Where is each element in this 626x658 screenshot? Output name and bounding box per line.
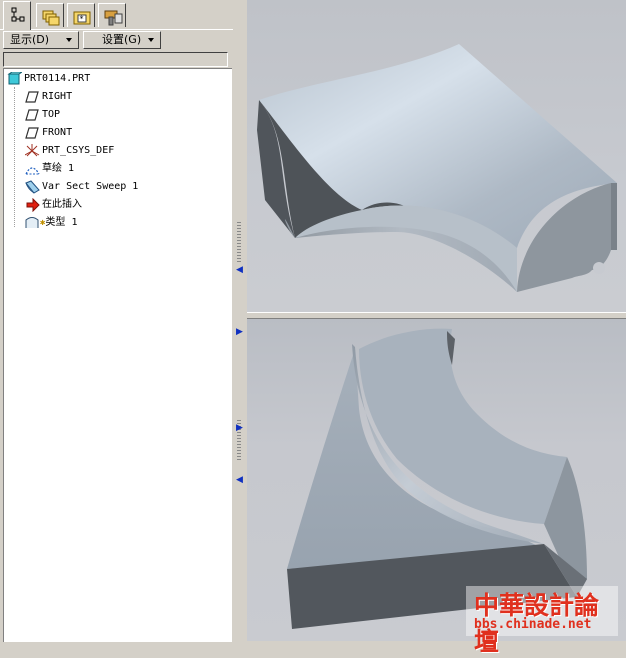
graphics-viewport-top[interactable] — [247, 0, 626, 312]
tab-model-tree[interactable] — [3, 1, 31, 30]
collapse-left-arrow-icon[interactable]: ◀ — [236, 476, 243, 485]
model-tree-icon — [11, 7, 25, 22]
tree-item-label: ✱类型 1 — [40, 215, 77, 231]
favorites-icon: * — [73, 11, 91, 25]
tree-item-label: 草绘 1 — [42, 163, 75, 174]
expand-right-arrow-icon[interactable]: ▶ — [236, 328, 243, 337]
sketch-icon — [25, 167, 40, 175]
tree-item-label: 在此插入 — [42, 199, 82, 210]
tree-item-label: FRONT — [42, 127, 73, 138]
datum-plane-icon — [25, 109, 39, 121]
tree-item-label: PRT0114.PRT — [24, 73, 91, 84]
splitter-grip[interactable] — [237, 222, 241, 262]
model-tree: PRT0114.PRT RIGHT TOP FRONT PRT_CSYS_DEF… — [3, 68, 232, 642]
viewport-divider[interactable] — [247, 312, 626, 319]
tree-connector-line — [14, 87, 15, 227]
display-menu-label: 显示(D) — [10, 33, 50, 46]
tree-filter-bar[interactable] — [3, 52, 228, 67]
datum-plane-icon — [25, 91, 39, 103]
csys-icon — [25, 144, 40, 157]
tree-item-label: TOP — [42, 109, 61, 120]
watermark-url: bbs.chinade.net — [474, 617, 592, 632]
expand-right-arrow-icon[interactable]: ▶ — [236, 424, 243, 433]
svg-text:*: * — [80, 15, 84, 24]
tree-item-label: PRT_CSYS_DEF — [42, 145, 115, 156]
collapse-left-arrow-icon[interactable]: ◀ — [236, 266, 243, 275]
folder-browser-icon — [42, 10, 60, 26]
tree-item-label: Var Sect Sweep 1 — [42, 181, 139, 192]
panel-splitter[interactable]: ◀ ▶ ▶ ◀ — [233, 0, 247, 641]
type-feature-icon — [25, 217, 39, 228]
tab-favorites[interactable]: * — [67, 3, 95, 27]
chevron-down-icon — [66, 38, 72, 42]
tree-item-label-text: 类型 1 — [45, 217, 78, 228]
tree-item-label: RIGHT — [42, 91, 73, 102]
navigator-toolbar: 显示(D) 设置(G) — [0, 30, 233, 50]
site-watermark: 中華設計論壇 bbs.chinade.net — [466, 586, 618, 656]
settings-menu-button[interactable]: 设置(G) — [83, 31, 161, 49]
part-icon — [7, 72, 22, 85]
part-model-view-top — [257, 44, 617, 292]
sweep-icon — [25, 180, 40, 194]
chevron-down-icon — [148, 38, 154, 42]
datum-plane-icon — [25, 127, 39, 139]
settings-menu-label: 设置(G) — [102, 33, 142, 46]
navigator-panel: * 显示(D) 设置(G) PRT0114.PRT RIGHT TOP FRON… — [0, 0, 233, 642]
tab-connections[interactable] — [98, 3, 126, 27]
tab-folder-browser[interactable] — [36, 3, 64, 27]
connections-icon — [104, 10, 123, 26]
display-menu-button[interactable]: 显示(D) — [3, 31, 79, 49]
navigator-tab-strip: * — [0, 0, 233, 30]
insert-here-arrow-icon — [26, 198, 40, 212]
